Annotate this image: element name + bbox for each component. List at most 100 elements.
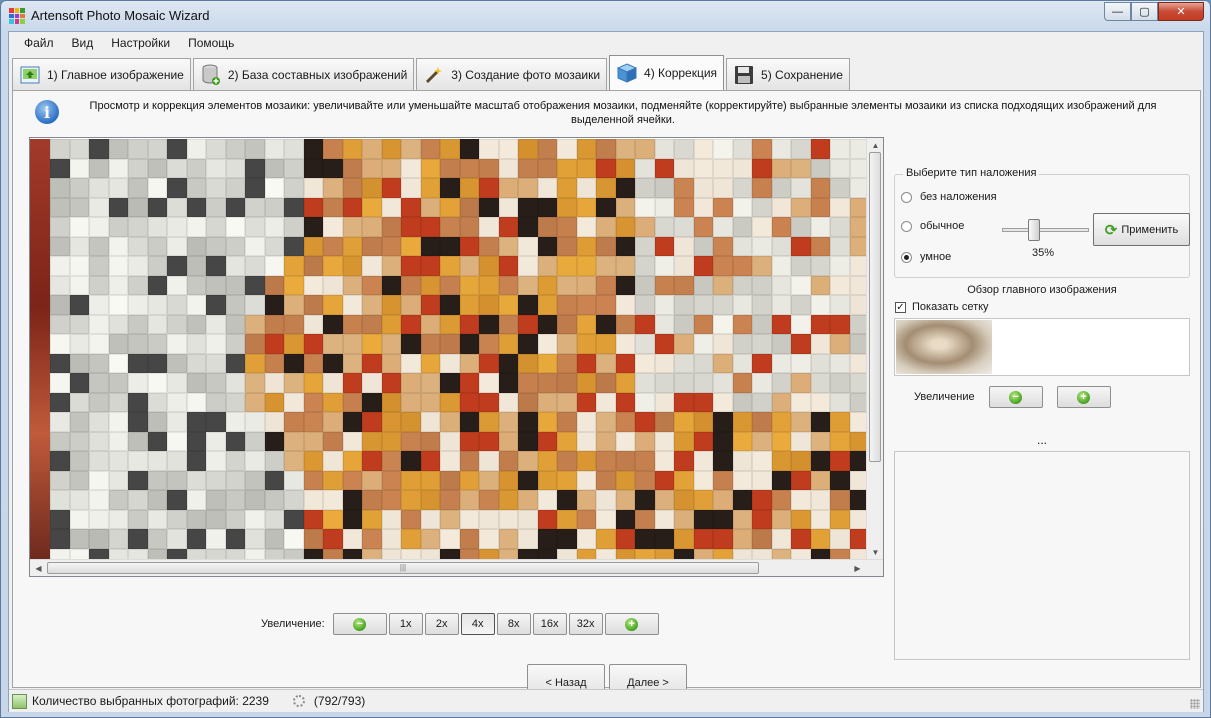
mosaic-tile[interactable]	[732, 373, 752, 393]
mosaic-tile[interactable]	[732, 392, 752, 412]
mosaic-tile[interactable]	[810, 548, 830, 559]
overlay-option-smart[interactable]: умное	[901, 251, 951, 263]
mosaic-tile[interactable]	[303, 353, 323, 373]
mosaic-tile[interactable]	[225, 373, 245, 393]
mosaic-tile[interactable]	[693, 275, 713, 295]
mosaic-tile[interactable]	[128, 470, 148, 490]
mosaic-tile[interactable]	[206, 529, 226, 549]
mosaic-tile[interactable]	[810, 529, 830, 549]
radio-smart[interactable]	[901, 251, 912, 263]
mosaic-tile[interactable]	[459, 412, 479, 432]
mosaic-tile[interactable]	[381, 451, 401, 471]
mosaic-tile[interactable]	[167, 548, 187, 559]
mosaic-tile[interactable]	[108, 256, 128, 276]
mosaic-tile[interactable]	[615, 412, 635, 432]
mosaic-tile[interactable]	[167, 373, 187, 393]
mosaic-tile[interactable]	[89, 295, 109, 315]
mosaic-tile[interactable]	[459, 373, 479, 393]
mosaic-tile[interactable]	[89, 451, 109, 471]
mosaic-tile[interactable]	[342, 197, 362, 217]
mosaic-tile[interactable]	[810, 256, 830, 276]
mosaic-tile[interactable]	[693, 217, 713, 237]
mosaic-tile[interactable]	[537, 529, 557, 549]
mosaic-tile[interactable]	[615, 529, 635, 549]
mosaic-tile[interactable]	[420, 158, 440, 178]
mosaic-tile[interactable]	[225, 295, 245, 315]
mosaic-tile[interactable]	[420, 490, 440, 510]
mosaic-tile[interactable]	[752, 256, 772, 276]
mosaic-tile[interactable]	[576, 431, 596, 451]
mosaic-tile[interactable]	[830, 470, 850, 490]
mosaic-tile[interactable]	[518, 217, 538, 237]
mosaic-tile[interactable]	[654, 451, 674, 471]
mosaic-tile[interactable]	[498, 236, 518, 256]
mosaic-tile[interactable]	[557, 548, 577, 559]
mosaic-tile[interactable]	[732, 334, 752, 354]
mosaic-tile[interactable]	[518, 295, 538, 315]
mosaic-tile[interactable]	[732, 548, 752, 559]
mosaic-tile[interactable]	[245, 548, 265, 559]
mosaic-tile[interactable]	[674, 178, 694, 198]
mosaic-tile[interactable]	[498, 256, 518, 276]
mosaic-tile[interactable]	[830, 353, 850, 373]
mosaic-tile[interactable]	[654, 431, 674, 451]
mosaic-tile[interactable]	[245, 275, 265, 295]
mosaic-tile[interactable]	[342, 451, 362, 471]
mosaic-tile[interactable]	[362, 451, 382, 471]
mosaic-tile[interactable]	[303, 178, 323, 198]
mosaic-tile[interactable]	[50, 236, 70, 256]
mosaic-tile[interactable]	[635, 197, 655, 217]
mosaic-tile[interactable]	[420, 412, 440, 432]
mosaic-tile[interactable]	[479, 509, 499, 529]
mosaic-tile[interactable]	[147, 139, 167, 159]
mosaic-tile[interactable]	[323, 431, 343, 451]
mosaic-tile[interactable]	[693, 412, 713, 432]
mosaic-tile[interactable]	[537, 353, 557, 373]
mosaic-tile[interactable]	[420, 431, 440, 451]
zoom-16x-button[interactable]: 16x	[532, 613, 567, 635]
radio-none[interactable]	[901, 191, 912, 203]
mosaic-tile[interactable]	[323, 490, 343, 510]
mosaic-tile[interactable]	[654, 490, 674, 510]
mosaic-tile[interactable]	[381, 314, 401, 334]
mosaic-tile[interactable]	[50, 431, 70, 451]
mosaic-tile[interactable]	[615, 217, 635, 237]
mosaic-tile[interactable]	[381, 353, 401, 373]
mosaic-tile[interactable]	[654, 275, 674, 295]
mosaic-tile[interactable]	[69, 509, 89, 529]
mosaic-tile[interactable]	[518, 431, 538, 451]
mosaic-tile[interactable]	[225, 529, 245, 549]
mosaic-tile[interactable]	[752, 158, 772, 178]
mosaic-tile[interactable]	[167, 490, 187, 510]
mosaic-tile[interactable]	[635, 236, 655, 256]
mosaic-tile[interactable]	[69, 334, 89, 354]
mosaic-tile[interactable]	[810, 392, 830, 412]
mosaic-tile[interactable]	[69, 158, 89, 178]
mosaic-tile[interactable]	[752, 392, 772, 412]
mosaic-tile[interactable]	[830, 256, 850, 276]
mosaic-tile[interactable]	[186, 353, 206, 373]
mosaic-tile[interactable]	[401, 490, 421, 510]
mosaic-tile[interactable]	[420, 509, 440, 529]
mosaic-tile[interactable]	[557, 236, 577, 256]
mosaic-tile[interactable]	[752, 275, 772, 295]
mosaic-tile[interactable]	[498, 490, 518, 510]
mosaic-tile[interactable]	[50, 392, 70, 412]
mosaic-tile[interactable]	[537, 490, 557, 510]
mosaic-tile[interactable]	[303, 256, 323, 276]
mosaic-tile[interactable]	[225, 236, 245, 256]
mosaic-tile[interactable]	[440, 509, 460, 529]
mosaic-tile[interactable]	[245, 431, 265, 451]
mosaic-tile[interactable]	[810, 509, 830, 529]
mosaic-tile[interactable]	[830, 217, 850, 237]
mosaic-tile[interactable]	[654, 509, 674, 529]
mosaic-tile[interactable]	[440, 256, 460, 276]
mosaic-tile[interactable]	[557, 412, 577, 432]
mosaic-tile[interactable]	[440, 392, 460, 412]
mosaic-tile[interactable]	[147, 451, 167, 471]
mosaic-tile[interactable]	[147, 470, 167, 490]
mosaic-tile[interactable]	[264, 373, 284, 393]
overview-zoom-in-button[interactable]: +	[1056, 386, 1111, 408]
mosaic-tile[interactable]	[284, 451, 304, 471]
mosaic-tile[interactable]	[713, 295, 733, 315]
